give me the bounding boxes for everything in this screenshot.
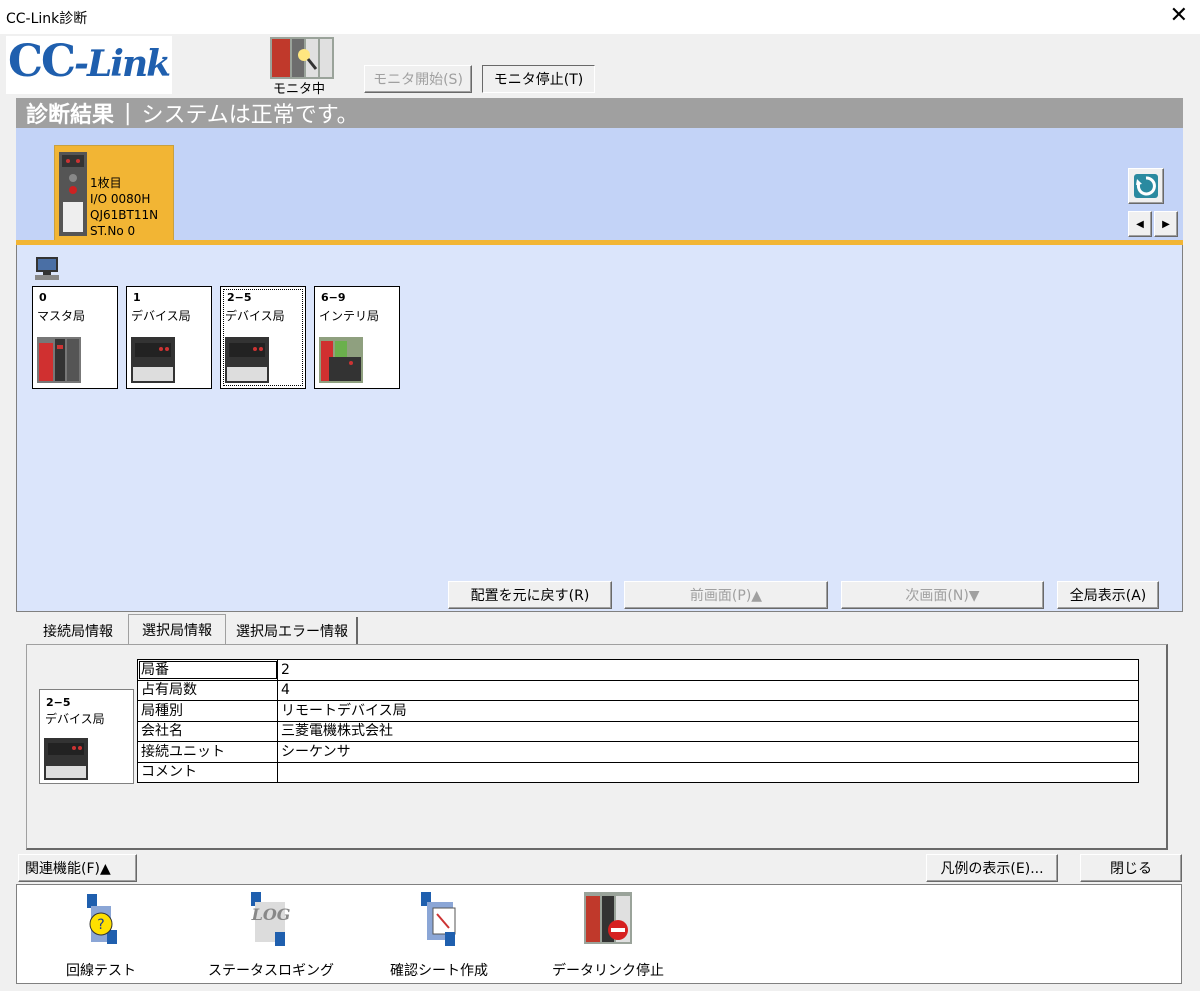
intelligent-device-icon	[319, 337, 363, 383]
data-link-stop-icon	[584, 892, 632, 944]
close-icon[interactable]: ✕	[1170, 4, 1188, 28]
reset-layout-button[interactable]: 配置を元に戻す(R)	[448, 581, 612, 609]
master-io: I/O 0080H	[90, 192, 151, 206]
master-module-card[interactable]: 1枚目 I/O 0080H QJ61BT11N ST.No 0	[54, 145, 174, 242]
monitoring-icon	[270, 37, 334, 79]
function-label: 確認シート作成	[390, 963, 488, 979]
station-card-1[interactable]: 1 デバイス局	[126, 286, 212, 389]
station-type: インテリ局	[319, 309, 380, 323]
station-card-2-5[interactable]: 2−5 デバイス局	[220, 286, 306, 389]
title-bar: CC-Link診断 ✕	[0, 0, 1200, 34]
refresh-button[interactable]	[1128, 168, 1164, 204]
row-key: 局番	[137, 659, 278, 681]
diagnosis-heading: 診断結果	[26, 103, 115, 128]
row-key: 局種別	[137, 700, 278, 722]
related-functions-button[interactable]: 関連機能(F)▲	[18, 854, 137, 882]
row-value	[277, 761, 1139, 783]
line-test-function[interactable]: ? 回線テスト	[58, 890, 144, 980]
monitor-start-button[interactable]: モニタ開始(S)	[364, 65, 472, 93]
row-value: リモートデバイス局	[277, 700, 1139, 722]
row-value: 4	[277, 679, 1139, 701]
row-value: 2	[277, 659, 1139, 681]
window-title: CC-Link診断	[6, 11, 88, 27]
line-test-icon: ?	[87, 894, 117, 944]
station-info-table: 局番 2 占有局数 4 局種別 リモートデバイス局 会社名 三菱電機株式会社 接続ユニッ…	[137, 659, 1139, 783]
table-row: 占有局数 4	[137, 679, 1139, 701]
master-station-no: ST.No 0	[90, 224, 136, 238]
check-sheet-icon	[421, 892, 456, 946]
show-all-stations-button[interactable]: 全局表示(A)	[1057, 581, 1159, 609]
station-type: マスタ局	[37, 309, 86, 323]
scroll-left-button[interactable]: ◀	[1128, 211, 1152, 237]
next-page-button[interactable]: 次画面(N)▼	[841, 581, 1044, 609]
log-icon-text: LOG	[251, 905, 291, 924]
plc-master-icon	[37, 337, 81, 383]
tab-selected-station-error-info[interactable]: 選択局エラー情報	[228, 617, 358, 644]
monitor-stop-button[interactable]: モニタ停止(T)	[482, 65, 595, 93]
diagnosis-message: システムは正常です。	[141, 103, 359, 128]
station-number: 1	[133, 291, 141, 304]
tab-connected-station-info[interactable]: 接続局情報	[30, 617, 126, 644]
table-row: 局種別 リモートデバイス局	[137, 700, 1139, 722]
station-type: デバイス局	[45, 712, 105, 726]
row-key: コメント	[137, 761, 278, 783]
table-row: 接続ユニット シーケンサ	[137, 741, 1139, 763]
status-logging-icon: LOG	[251, 892, 291, 946]
remote-device-icon	[44, 738, 88, 780]
station-card-6-9[interactable]: 6−9 インテリ局	[314, 286, 400, 389]
row-key: 会社名	[137, 720, 278, 742]
row-value: シーケンサ	[277, 741, 1139, 763]
logo-text-link: -Link	[74, 43, 171, 85]
row-key: 占有局数	[137, 679, 278, 701]
station-number: 2−5	[46, 696, 71, 709]
station-type: デバイス局	[131, 309, 191, 323]
scroll-right-button[interactable]: ▶	[1154, 211, 1178, 237]
row-value: 三菱電機株式会社	[277, 720, 1139, 742]
diagnosis-separator: |	[124, 100, 132, 126]
check-sheet-function[interactable]: 確認シート作成	[384, 890, 494, 980]
function-label: ステータスロギング	[208, 963, 334, 979]
row-key: 接続ユニット	[137, 741, 278, 763]
refresh-icon	[1134, 174, 1158, 198]
prev-page-button[interactable]: 前画面(P)▲	[624, 581, 828, 609]
svg-text:?: ?	[97, 917, 104, 933]
station-card-0[interactable]: 0 マスタ局	[32, 286, 118, 389]
right-arrow-icon: ▶	[1162, 218, 1170, 230]
master-module-icon	[59, 152, 87, 236]
remote-device-icon	[225, 337, 269, 383]
table-row: 局番 2	[137, 659, 1139, 681]
monitoring-status: モニタ中	[273, 82, 326, 97]
master-model: QJ61BT11N	[90, 208, 159, 222]
station-number: 6−9	[321, 291, 346, 304]
pc-icon	[35, 257, 59, 280]
cc-link-logo: CC-Link	[6, 36, 172, 94]
master-module-area	[16, 128, 1183, 240]
left-arrow-icon: ◀	[1136, 218, 1144, 230]
function-label: データリンク停止	[552, 963, 664, 979]
close-button[interactable]: 閉じる	[1080, 854, 1182, 882]
remote-device-icon	[131, 337, 175, 383]
station-type: デバイス局	[225, 309, 285, 323]
master-slot: 1枚目	[90, 176, 122, 190]
station-number: 2−5	[227, 291, 252, 304]
diagnosis-result-bar: 診断結果 | システムは正常です。	[16, 98, 1183, 128]
show-legend-button[interactable]: 凡例の表示(E)...	[926, 854, 1058, 882]
table-row: コメント	[137, 761, 1139, 783]
selected-station-card: 2−5 デバイス局	[39, 689, 134, 784]
function-label: 回線テスト	[66, 963, 136, 979]
table-row: 会社名 三菱電機株式会社	[137, 720, 1139, 742]
data-link-stop-function[interactable]: データリンク停止	[552, 890, 664, 980]
station-number: 0	[39, 291, 47, 304]
logo-text-cc: CC	[8, 36, 76, 87]
status-logging-function[interactable]: LOG ステータスロギング	[206, 890, 336, 980]
tab-selected-station-info[interactable]: 選択局情報	[128, 614, 226, 645]
